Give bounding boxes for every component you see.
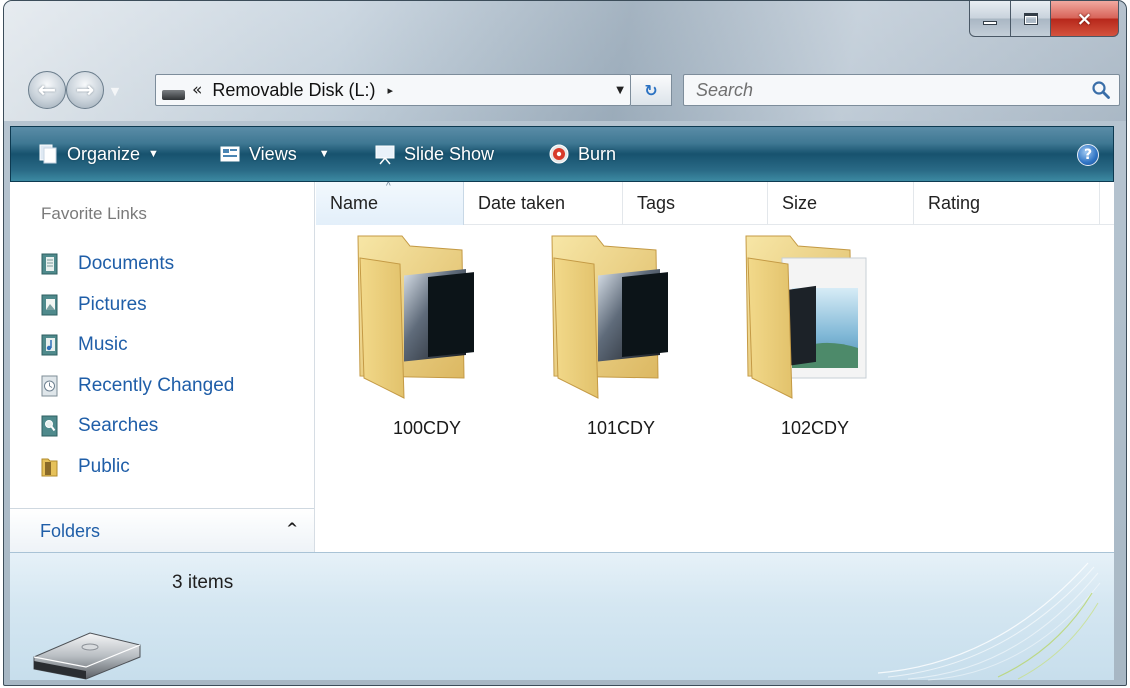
search-input[interactable]	[684, 75, 1079, 105]
organize-label: Organize	[67, 143, 141, 164]
help-icon: ?	[1083, 147, 1093, 163]
views-button[interactable]: Views ▼	[219, 127, 330, 181]
public-icon	[41, 458, 58, 477]
column-header-tags[interactable]: Tags	[623, 182, 768, 225]
recently-changed-icon	[41, 375, 58, 397]
address-row: ← → ▼ « Removable Disk (L:) ▸ ▼ ↻	[4, 63, 1126, 113]
column-header-rating[interactable]: Rating	[914, 182, 1100, 225]
organize-button[interactable]: Organize ▼	[37, 127, 159, 181]
folder-label: 102CDY	[780, 418, 850, 438]
organize-icon	[39, 144, 57, 164]
recently-changed-label: Recently Changed	[78, 374, 235, 396]
breadcrumb-location[interactable]: Removable Disk (L:)	[212, 80, 375, 101]
file-list-pane: ^ Name Date taken Tags Size Rating 100CD…	[316, 181, 1114, 552]
folder-label: 100CDY	[392, 418, 462, 438]
favorite-link-public[interactable]: Public	[41, 447, 234, 488]
decorative-swoosh	[877, 562, 1101, 681]
folder-item[interactable]: 101CDY	[536, 228, 706, 448]
address-bar[interactable]: « Removable Disk (L:) ▸ ▼	[155, 74, 631, 106]
column-date-taken-label: Date taken	[478, 193, 566, 213]
slide-show-icon	[375, 145, 395, 165]
navigation-pane: Favorite Links Documents Pictures Music …	[10, 182, 315, 552]
favorite-link-pictures[interactable]: Pictures	[41, 285, 234, 326]
views-label: Views	[249, 143, 297, 164]
column-tags-label: Tags	[637, 193, 676, 213]
search-box[interactable]	[683, 74, 1120, 106]
folder-item[interactable]: 102CDY	[730, 228, 900, 448]
removable-disk-small-icon	[162, 90, 185, 100]
search-icon[interactable]	[1091, 80, 1111, 100]
column-header-size[interactable]: Size	[768, 182, 914, 225]
minimize-icon	[983, 21, 997, 25]
music-label: Music	[78, 334, 128, 356]
folders-toggle[interactable]: Folders ^	[10, 508, 314, 552]
folders-label: Folders	[40, 521, 101, 541]
maximize-icon	[1023, 12, 1038, 25]
address-dropdown-button[interactable]: ▼	[616, 85, 624, 96]
close-icon: ×	[1076, 7, 1093, 30]
folder-label: 101CDY	[586, 418, 656, 438]
favorite-link-searches[interactable]: Searches	[41, 406, 234, 447]
back-arrow-icon: ←	[37, 77, 57, 103]
burn-label: Burn	[578, 143, 617, 164]
documents-label: Documents	[78, 253, 175, 275]
public-label: Public	[78, 455, 130, 477]
refresh-icon: ↻	[644, 80, 658, 100]
close-button[interactable]: ×	[1051, 1, 1119, 37]
favorite-link-music[interactable]: Music	[41, 325, 234, 366]
column-size-label: Size	[782, 193, 818, 213]
sort-ascending-icon: ^	[386, 181, 391, 192]
breadcrumb-arrow-button[interactable]: ▸	[387, 84, 393, 97]
favorite-link-documents[interactable]: Documents	[41, 244, 234, 285]
column-name-label: Name	[330, 193, 379, 213]
pictures-label: Pictures	[78, 293, 147, 315]
chevron-down-icon: ▼	[148, 148, 159, 160]
slide-show-label: Slide Show	[404, 143, 495, 164]
maximize-button[interactable]	[1011, 1, 1051, 37]
burn-button[interactable]: Burn	[548, 127, 616, 181]
column-header-name[interactable]: ^ Name	[316, 181, 464, 225]
caption-buttons: ×	[969, 1, 1119, 37]
searches-icon	[41, 415, 58, 437]
documents-icon	[41, 253, 58, 275]
pictures-icon	[41, 294, 58, 316]
favorite-link-recently-changed[interactable]: Recently Changed	[41, 366, 234, 407]
recent-pages-button[interactable]: ▼	[107, 81, 123, 101]
content-area: Favorite Links Documents Pictures Music …	[10, 181, 1114, 552]
chevron-down-icon: ▼	[318, 148, 330, 160]
folder-item[interactable]: 100CDY	[342, 228, 512, 448]
command-bar: Organize ▼ Views ▼ Slide Show Burn ?	[10, 126, 1114, 182]
back-button[interactable]: ←	[28, 71, 66, 109]
item-count: 3 items	[172, 572, 234, 593]
removable-disk-icon	[33, 632, 141, 680]
help-button[interactable]: ?	[1077, 144, 1099, 166]
photo-folder-icon	[551, 235, 668, 399]
breadcrumb-overflow-button[interactable]: «	[192, 80, 202, 100]
music-icon	[41, 334, 58, 356]
column-rating-label: Rating	[928, 193, 981, 213]
views-icon	[220, 146, 240, 162]
forward-arrow-icon: →	[75, 77, 95, 103]
burn-icon	[549, 144, 569, 164]
searches-label: Searches	[78, 415, 159, 437]
photo-folder-icon	[357, 235, 474, 399]
column-header-date-taken[interactable]: Date taken	[464, 182, 623, 225]
details-pane: 3 items	[10, 552, 1114, 681]
chevron-up-icon: ^	[286, 521, 298, 537]
picture-folder-icon	[745, 235, 867, 399]
favorite-links-list: Documents Pictures Music Recently Change…	[41, 244, 234, 487]
minimize-button[interactable]	[969, 1, 1011, 37]
refresh-button[interactable]: ↻	[631, 74, 672, 106]
favorite-links-heading: Favorite Links	[41, 204, 147, 223]
column-headers: ^ Name Date taken Tags Size Rating	[316, 181, 1114, 225]
forward-button[interactable]: →	[66, 71, 104, 109]
chevron-down-icon: ▼	[110, 84, 120, 98]
slide-show-button[interactable]: Slide Show	[374, 127, 494, 181]
